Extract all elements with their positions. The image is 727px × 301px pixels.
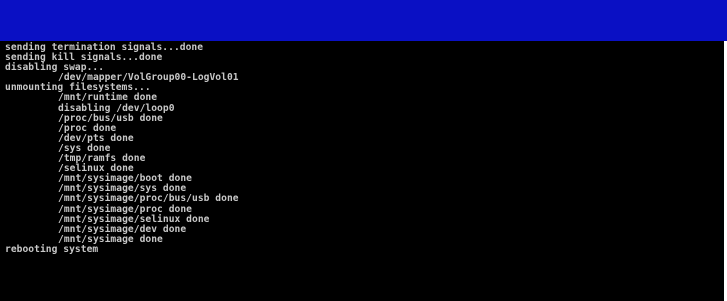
console-output: sending termination signals...done sendin… (0, 41, 724, 301)
console-line: rebooting system (5, 243, 99, 255)
console-line: /mnt/sysimage/proc/bus/usb done (58, 193, 239, 205)
title-bar (0, 0, 727, 41)
console-line: /proc/bus/usb done (58, 112, 163, 124)
screen: sending termination signals...done sendin… (0, 0, 727, 301)
console-line: /dev/pts done (58, 132, 134, 144)
console-lines: sending termination signals...done sendin… (5, 42, 239, 255)
